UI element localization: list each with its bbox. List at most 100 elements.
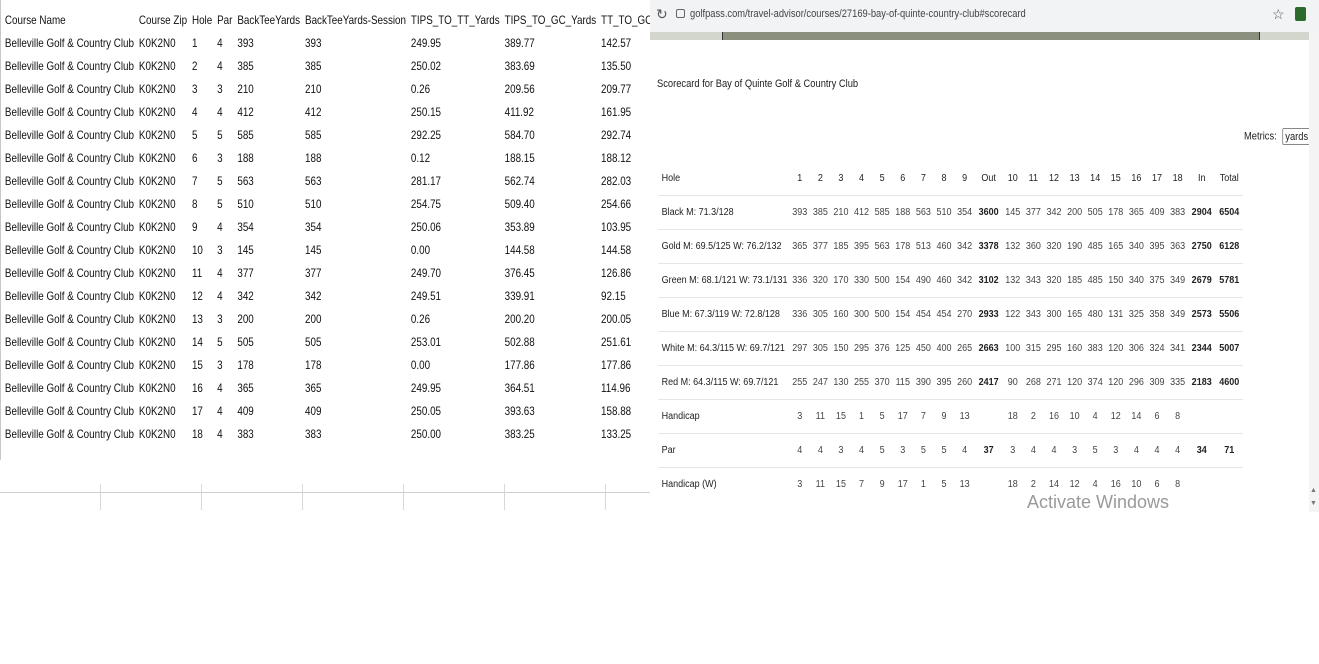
table-cell[interactable]: 177.86 xyxy=(500,353,596,376)
table-cell[interactable]: K0K2N0 xyxy=(134,238,187,261)
table-cell[interactable]: 4 xyxy=(212,422,232,445)
table-cell[interactable]: Belleville Golf & Country Club xyxy=(0,146,134,169)
table-cell[interactable]: 385 xyxy=(300,54,406,77)
spreadsheet-header-cell[interactable]: Hole xyxy=(187,8,212,31)
extension-icon[interactable] xyxy=(1295,7,1306,21)
table-cell[interactable]: 9 xyxy=(187,215,212,238)
table-cell[interactable]: 249.70 xyxy=(406,261,500,284)
table-cell[interactable]: 200.05 xyxy=(596,307,650,330)
table-cell[interactable]: 188 xyxy=(300,146,406,169)
table-cell[interactable]: 200 xyxy=(300,307,406,330)
spreadsheet-header-cell[interactable]: Course Name xyxy=(0,8,134,31)
reload-icon[interactable]: ↻ xyxy=(656,6,668,23)
table-cell[interactable]: 210 xyxy=(300,77,406,100)
table-cell[interactable]: 200 xyxy=(232,307,300,330)
table-cell[interactable]: 4 xyxy=(212,261,232,284)
table-cell[interactable]: 178 xyxy=(232,353,300,376)
table-cell[interactable]: 282.03 xyxy=(596,169,650,192)
table-cell[interactable]: 200.20 xyxy=(500,307,596,330)
spreadsheet-header-cell[interactable]: BackTeeYards xyxy=(232,8,300,31)
table-cell[interactable]: Belleville Golf & Country Club xyxy=(0,100,134,123)
table-cell[interactable]: 365 xyxy=(300,376,406,399)
lock-icon[interactable] xyxy=(676,9,685,18)
spreadsheet-header-cell[interactable]: TT_TO_GC_Yards xyxy=(596,8,650,31)
table-cell[interactable]: 4 xyxy=(212,54,232,77)
table-cell[interactable]: 15 xyxy=(187,353,212,376)
scrollbar[interactable] xyxy=(1309,32,1319,512)
table-cell[interactable]: 188.15 xyxy=(500,146,596,169)
table-cell[interactable]: 145 xyxy=(300,238,406,261)
table-cell[interactable]: 510 xyxy=(300,192,406,215)
table-cell[interactable]: 254.75 xyxy=(406,192,500,215)
table-cell[interactable]: 385 xyxy=(232,54,300,77)
table-cell[interactable]: K0K2N0 xyxy=(134,31,187,54)
table-cell[interactable]: 5 xyxy=(212,330,232,353)
table-cell[interactable]: 14 xyxy=(187,330,212,353)
table-cell[interactable]: 562.74 xyxy=(500,169,596,192)
table-cell[interactable]: 505 xyxy=(232,330,300,353)
table-cell[interactable]: 281.17 xyxy=(406,169,500,192)
table-cell[interactable]: 3 xyxy=(187,77,212,100)
table-cell[interactable]: 114.96 xyxy=(596,376,650,399)
table-cell[interactable]: 250.05 xyxy=(406,399,500,422)
table-cell[interactable]: 177.86 xyxy=(596,353,650,376)
table-cell[interactable]: K0K2N0 xyxy=(134,261,187,284)
table-cell[interactable]: 103.95 xyxy=(596,215,650,238)
table-cell[interactable]: 5 xyxy=(212,192,232,215)
table-cell[interactable]: 4 xyxy=(212,284,232,307)
table-cell[interactable]: 145 xyxy=(232,238,300,261)
table-cell[interactable]: 12 xyxy=(187,284,212,307)
table-cell[interactable]: Belleville Golf & Country Club xyxy=(0,330,134,353)
table-cell[interactable]: Belleville Golf & Country Club xyxy=(0,169,134,192)
table-cell[interactable]: 250.02 xyxy=(406,54,500,77)
table-cell[interactable]: 161.95 xyxy=(596,100,650,123)
table-cell[interactable]: K0K2N0 xyxy=(134,215,187,238)
table-cell[interactable]: 10 xyxy=(187,238,212,261)
table-cell[interactable]: K0K2N0 xyxy=(134,353,187,376)
table-cell[interactable]: Belleville Golf & Country Club xyxy=(0,192,134,215)
table-cell[interactable]: 502.88 xyxy=(500,330,596,353)
table-cell[interactable]: 342 xyxy=(300,284,406,307)
table-cell[interactable]: 250.06 xyxy=(406,215,500,238)
table-cell[interactable]: 563 xyxy=(232,169,300,192)
table-cell[interactable]: K0K2N0 xyxy=(134,399,187,422)
table-cell[interactable]: 144.58 xyxy=(596,238,650,261)
table-cell[interactable]: 3 xyxy=(212,238,232,261)
table-cell[interactable]: 5 xyxy=(212,123,232,146)
table-cell[interactable]: 11 xyxy=(187,261,212,284)
table-cell[interactable]: 342 xyxy=(232,284,300,307)
table-cell[interactable]: 409 xyxy=(232,399,300,422)
table-cell[interactable]: Belleville Golf & Country Club xyxy=(0,422,134,445)
table-cell[interactable]: 250.00 xyxy=(406,422,500,445)
spreadsheet-header-cell[interactable]: TIPS_TO_GC_Yards xyxy=(500,8,597,31)
table-cell[interactable]: 250.15 xyxy=(406,100,500,123)
table-cell[interactable]: 393 xyxy=(300,31,406,54)
table-cell[interactable]: 585 xyxy=(300,123,406,146)
bookmark-star-icon[interactable]: ☆ xyxy=(1272,6,1285,23)
table-cell[interactable]: K0K2N0 xyxy=(134,54,187,77)
table-cell[interactable]: 584.70 xyxy=(500,123,596,146)
table-cell[interactable]: 365 xyxy=(232,376,300,399)
scroll-down-icon[interactable]: ▼ xyxy=(1310,500,1317,507)
table-cell[interactable]: Belleville Golf & Country Club xyxy=(0,353,134,376)
table-cell[interactable]: 377 xyxy=(232,261,300,284)
table-cell[interactable]: K0K2N0 xyxy=(134,307,187,330)
table-cell[interactable]: 249.95 xyxy=(406,376,500,399)
table-cell[interactable]: 1 xyxy=(187,31,212,54)
table-cell[interactable]: 210 xyxy=(232,77,300,100)
table-cell[interactable]: 7 xyxy=(187,169,212,192)
table-cell[interactable]: 13 xyxy=(187,307,212,330)
table-cell[interactable]: 6 xyxy=(187,146,212,169)
table-cell[interactable]: 0.00 xyxy=(406,238,500,261)
table-cell[interactable]: 3 xyxy=(212,146,232,169)
table-cell[interactable]: 133.25 xyxy=(596,422,650,445)
table-cell[interactable]: 353.89 xyxy=(500,215,596,238)
table-cell[interactable]: Belleville Golf & Country Club xyxy=(0,399,134,422)
table-cell[interactable]: 4 xyxy=(212,399,232,422)
table-cell[interactable]: 292.25 xyxy=(406,123,500,146)
table-cell[interactable]: 292.74 xyxy=(596,123,650,146)
table-cell[interactable]: 8 xyxy=(187,192,212,215)
table-cell[interactable]: K0K2N0 xyxy=(134,123,187,146)
table-cell[interactable]: 135.50 xyxy=(596,54,650,77)
table-cell[interactable]: 364.51 xyxy=(500,376,596,399)
